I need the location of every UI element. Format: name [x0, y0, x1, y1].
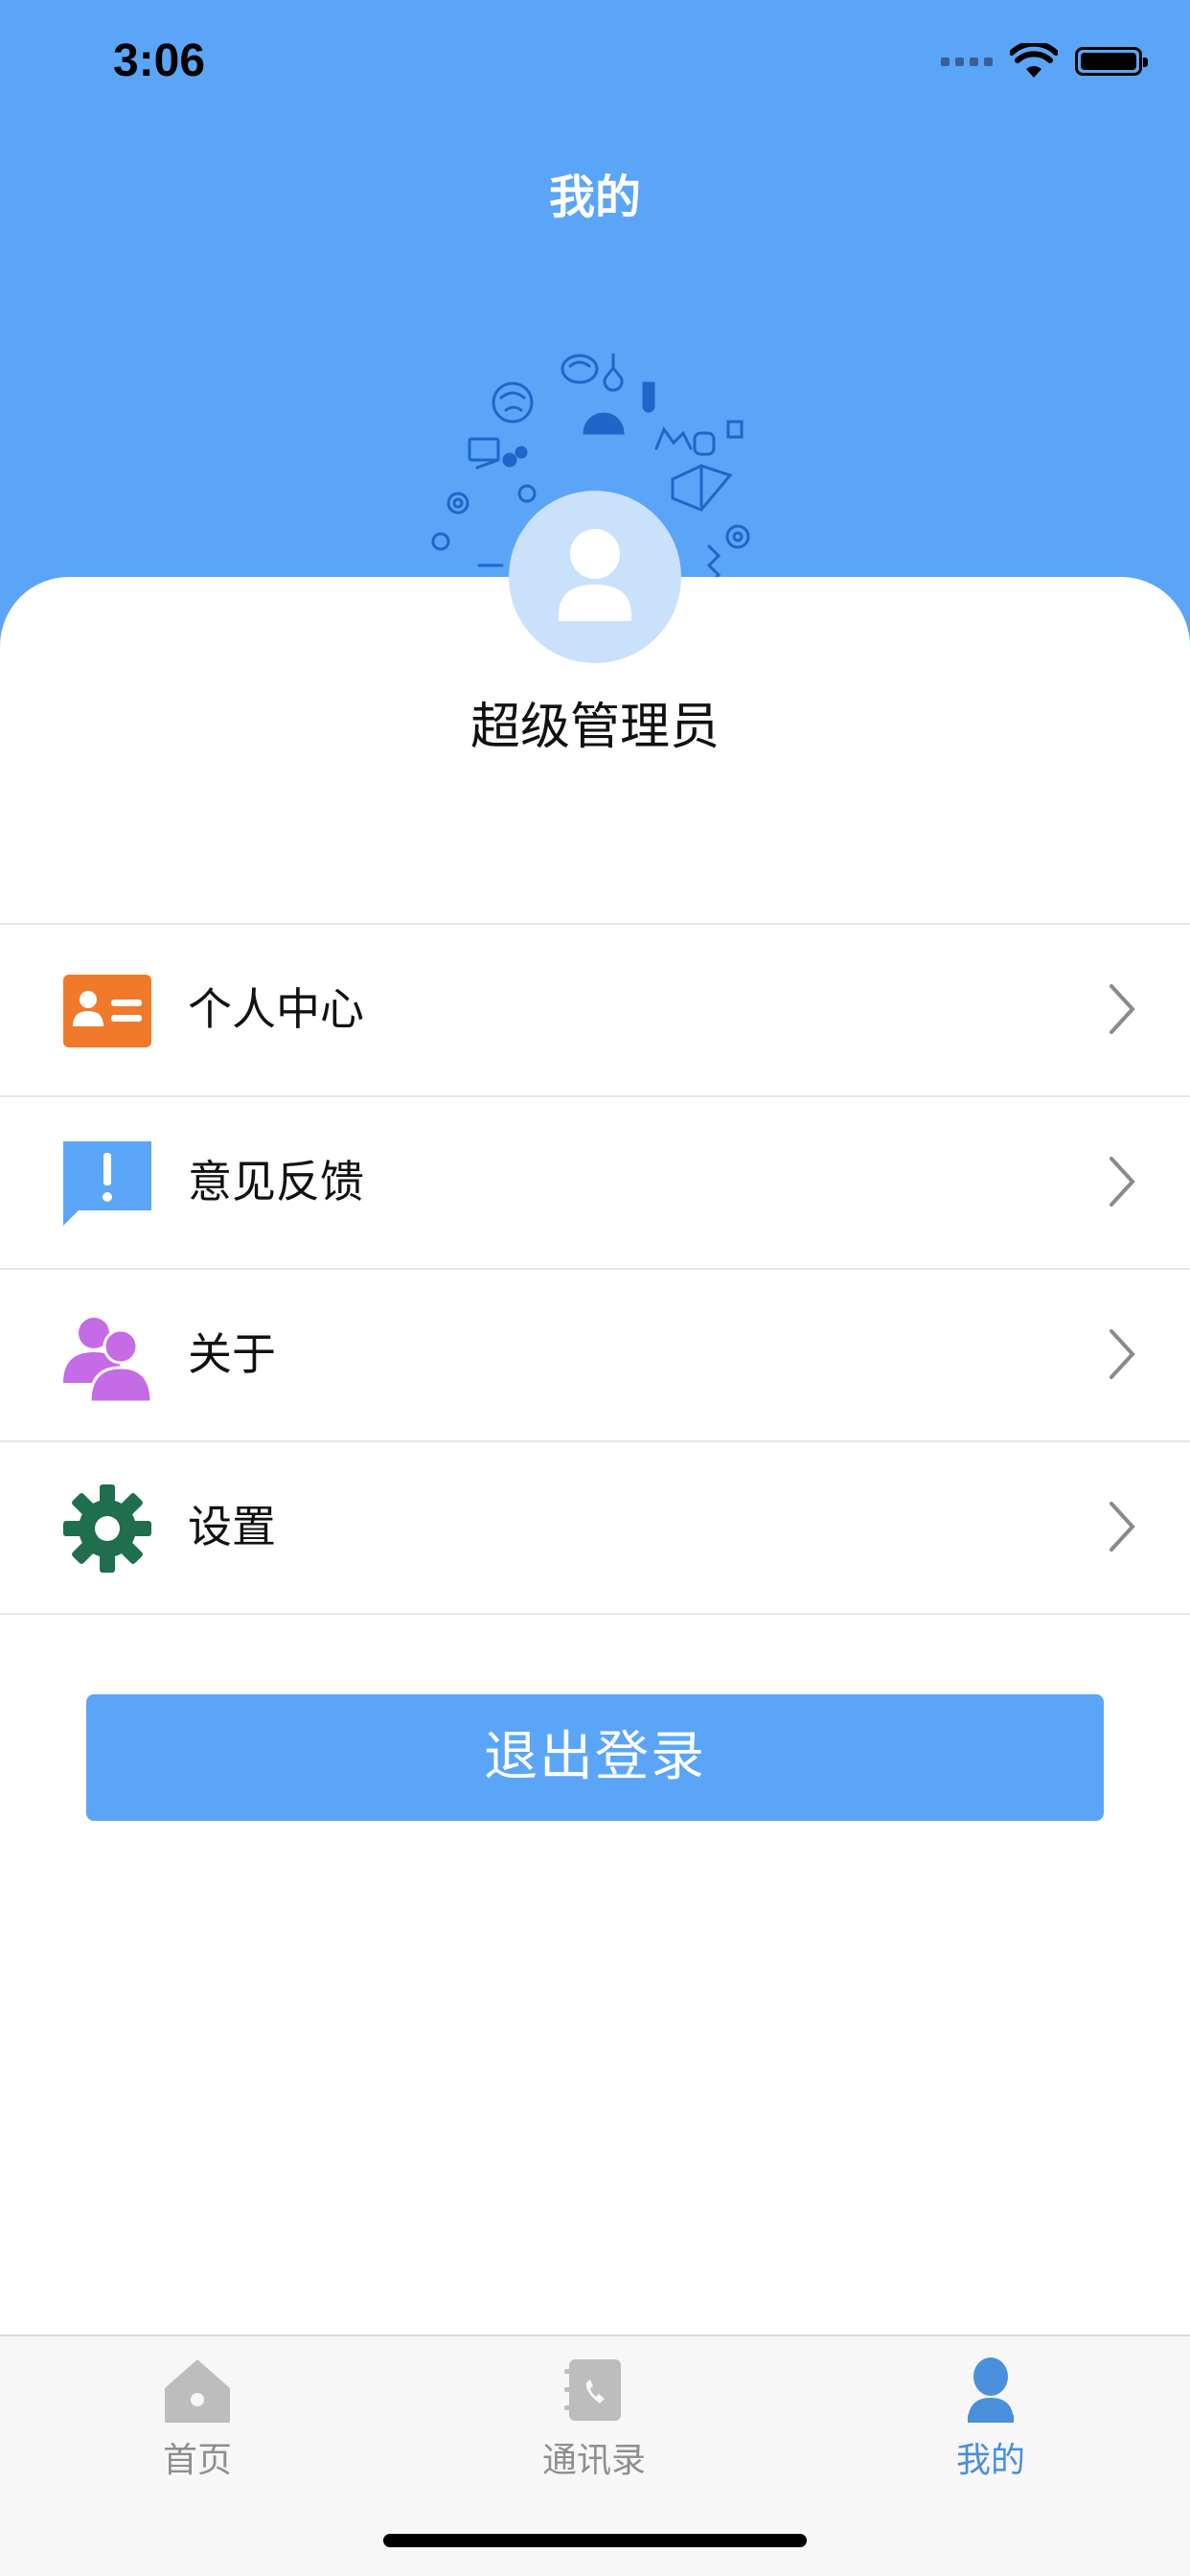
menu-label: 关于: [188, 1328, 276, 1380]
chevron-right-icon: [1110, 1157, 1135, 1207]
feedback-icon: [63, 1141, 151, 1226]
tab-contacts[interactable]: 通讯录: [498, 2356, 690, 2482]
users-icon: [63, 1318, 153, 1402]
tab-label: 首页: [162, 2441, 232, 2480]
wifi-icon: [1010, 43, 1058, 78]
logout-button[interactable]: 退出登录: [86, 1694, 1104, 1821]
home-indicator: [383, 2534, 807, 2547]
cellular-signal-icon: [941, 57, 993, 66]
menu-item-personal-center[interactable]: 个人中心: [0, 925, 1190, 1097]
profile-icon: [968, 2358, 1014, 2423]
id-card-icon: [63, 975, 151, 1047]
status-time: 3:06: [113, 35, 206, 86]
menu-label: 设置: [188, 1501, 276, 1552]
chevron-right-icon: [1110, 1329, 1135, 1379]
page-title: 我的: [548, 171, 641, 224]
menu-item-settings[interactable]: 设置: [0, 1442, 1190, 1615]
user-avatar-icon: [559, 529, 631, 621]
chevron-right-icon: [1110, 1502, 1135, 1552]
chevron-right-icon: [1110, 984, 1135, 1034]
menu-label: 意见反馈: [188, 1156, 364, 1208]
tab-label: 通讯录: [541, 2441, 646, 2480]
user-name: 超级管理员: [469, 699, 720, 756]
menu-item-about[interactable]: 关于: [0, 1270, 1190, 1442]
tab-label: 我的: [955, 2441, 1025, 2480]
status-indicators: [941, 42, 1148, 80]
tab-home[interactable]: 首页: [102, 2356, 293, 2482]
menu-label: 个人中心: [188, 983, 364, 1035]
avatar[interactable]: [509, 491, 681, 663]
tab-profile[interactable]: 我的: [895, 2356, 1087, 2482]
settings-menu: 个人中心 意见反馈 关于 设置: [0, 923, 1190, 1615]
menu-item-feedback[interactable]: 意见反馈: [0, 1097, 1190, 1270]
battery-icon: [1075, 47, 1148, 76]
home-icon: [165, 2359, 230, 2423]
contacts-icon: [564, 2359, 621, 2421]
gear-icon: [63, 1484, 151, 1573]
